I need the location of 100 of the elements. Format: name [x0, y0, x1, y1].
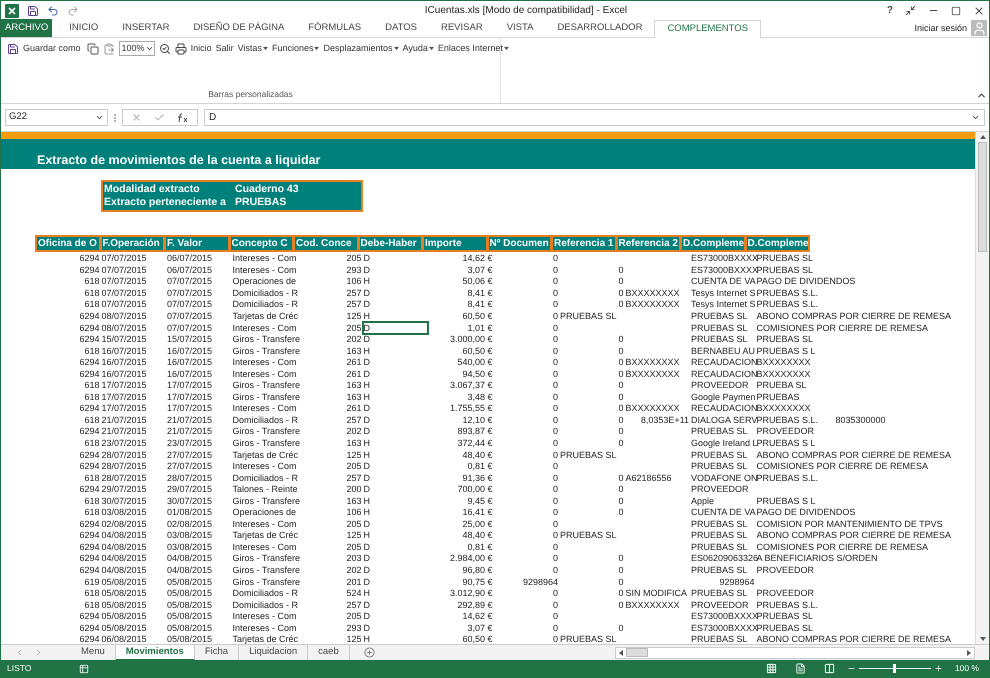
- scroll-down-icon[interactable]: [980, 636, 986, 642]
- toolbar-button[interactable]: Salir: [216, 42, 234, 56]
- ribbon-tab[interactable]: DATOS: [373, 19, 429, 37]
- caret-icon[interactable]: [314, 46, 320, 51]
- table-cell: 1.755,55 €: [448, 404, 494, 414]
- table-cell: 0: [552, 508, 559, 518]
- macro-record-icon[interactable]: [79, 664, 90, 674]
- info-value: PRUEBAS: [235, 196, 286, 209]
- caret-icon[interactable]: [428, 46, 434, 51]
- table-cell: 96,80 €: [461, 566, 494, 576]
- table-cell: 0,81 €: [466, 542, 494, 552]
- table-cell: 257: [345, 300, 362, 310]
- table-cell: 618: [83, 589, 100, 598]
- undo-icon[interactable]: [47, 4, 59, 16]
- table-cell: Operaciones de: [232, 508, 298, 518]
- print-preview-icon[interactable]: [158, 42, 171, 54]
- normal-view-icon[interactable]: [766, 663, 777, 674]
- table-cell: Domiciliados - R: [232, 300, 300, 310]
- scroll-right-icon[interactable]: [966, 650, 972, 656]
- table-cell: 0: [552, 266, 559, 275]
- page-break-icon[interactable]: [824, 663, 835, 674]
- scroll-thumb[interactable]: [978, 142, 987, 252]
- table-cell: CUENTA DE VA: [690, 277, 757, 286]
- ribbon-tab[interactable]: VISTA: [494, 19, 546, 37]
- table-cell: 08/07/2015: [100, 312, 148, 321]
- table-cell: 21/07/2015: [100, 427, 148, 436]
- zoom-combobox[interactable]: 100%: [118, 41, 155, 56]
- table-cell: D: [362, 542, 371, 552]
- table-cell: 6294: [78, 370, 100, 379]
- table-cell: 0: [617, 266, 624, 275]
- horizontal-scrollbar[interactable]: [614, 646, 975, 658]
- table-cell: 06/08/2015: [100, 635, 148, 644]
- expand-icon[interactable]: [971, 113, 980, 122]
- table-cell: 08/07/2015: [100, 324, 148, 333]
- ribbon-tab[interactable]: REVISAR: [428, 19, 495, 37]
- caret-icon[interactable]: [262, 46, 268, 51]
- table-cell: Tarjetas de Créc: [232, 312, 300, 321]
- caret-icon[interactable]: [144, 44, 154, 53]
- save-as-button[interactable]: Guardar como: [5, 42, 83, 56]
- table-cell: PRUEBAS SL: [690, 520, 749, 529]
- scroll-thumb[interactable]: [626, 648, 648, 657]
- toolbar-menu[interactable]: Desplazamientos: [323, 42, 399, 56]
- table-cell: D: [362, 266, 371, 275]
- table-cell: 125: [345, 450, 362, 460]
- ribbon-tab[interactable]: FÓRMULAS: [296, 19, 374, 37]
- table-cell: 05/08/2015: [166, 578, 214, 587]
- table-cell: 07/07/2015: [100, 254, 148, 264]
- insert-function-icon[interactable]: [177, 112, 189, 122]
- zoom-slider[interactable]: [858, 664, 931, 673]
- table-cell: 07/07/2015: [166, 300, 214, 310]
- ribbon-display-icon[interactable]: [905, 5, 916, 16]
- toolbar-menu[interactable]: Vistas: [238, 42, 268, 56]
- vertical-scrollbar[interactable]: [975, 132, 989, 644]
- table-cell: 0: [552, 324, 559, 333]
- table-cell: 6294: [78, 335, 100, 344]
- sign-in-link[interactable]: Iniciar sesión: [914, 22, 967, 36]
- table-cell: 05/08/2015: [100, 589, 148, 598]
- toolbar-menu[interactable]: Enlaces Internet: [438, 42, 509, 56]
- ribbon-tab[interactable]: INICIO: [57, 19, 110, 37]
- file-tab[interactable]: ARCHIVO: [1, 19, 52, 37]
- ribbon-tab[interactable]: DISEÑO DE PÁGINA: [182, 19, 296, 37]
- caret-icon[interactable]: [504, 46, 509, 51]
- table-cell: 0: [617, 381, 624, 390]
- print-icon[interactable]: [174, 42, 187, 54]
- table-cell: 6294: [78, 450, 100, 460]
- scroll-up-icon[interactable]: [980, 134, 986, 140]
- table-cell: 50,06 €: [461, 277, 494, 286]
- add-sheet-icon[interactable]: [364, 647, 375, 658]
- name-box[interactable]: G22: [5, 109, 108, 126]
- toolbar-button[interactable]: Inicio: [190, 42, 212, 56]
- page-layout-icon[interactable]: [794, 663, 806, 674]
- close-icon[interactable]: [973, 4, 985, 16]
- table-cell: 60,50 €: [461, 346, 494, 356]
- sheet-tab[interactable]: Movimientos: [116, 644, 195, 660]
- table-cell: 23/07/2015: [166, 439, 214, 448]
- ribbon-tab[interactable]: INSERTAR: [110, 19, 182, 37]
- toolbar-menu[interactable]: Funciones: [272, 42, 320, 56]
- table-cell: 0: [617, 392, 624, 402]
- table-cell: 6294: [78, 254, 100, 264]
- table-cell: Domiciliados - R: [232, 600, 300, 610]
- zoom-level[interactable]: 100 %: [954, 662, 979, 675]
- table-cell: 6294: [78, 312, 100, 321]
- formula-field[interactable]: D: [204, 109, 985, 126]
- zoom-in-icon[interactable]: [934, 664, 943, 673]
- table-cell: 17/07/2015: [166, 381, 214, 390]
- maximize-icon[interactable]: [951, 6, 961, 16]
- table-cell: D: [362, 624, 371, 633]
- table-cell: 0: [552, 462, 559, 472]
- save-icon[interactable]: [27, 4, 39, 16]
- copy-icon[interactable]: [86, 42, 99, 54]
- ribbon-tab[interactable]: DESARROLLADOR: [545, 19, 654, 37]
- table-cell: PRUEBAS SL: [690, 462, 749, 472]
- table-cell: 163: [345, 392, 362, 402]
- ribbon-tab[interactable]: COMPLEMENTOS: [654, 20, 762, 38]
- table-cell: 293: [345, 266, 362, 275]
- help-button[interactable]: ?: [886, 3, 893, 18]
- table-cell: 04/08/2015: [100, 554, 148, 564]
- toolbar-menu[interactable]: Ayuda: [402, 42, 434, 56]
- scroll-left-icon[interactable]: [618, 650, 624, 656]
- caret-icon[interactable]: [394, 46, 399, 51]
